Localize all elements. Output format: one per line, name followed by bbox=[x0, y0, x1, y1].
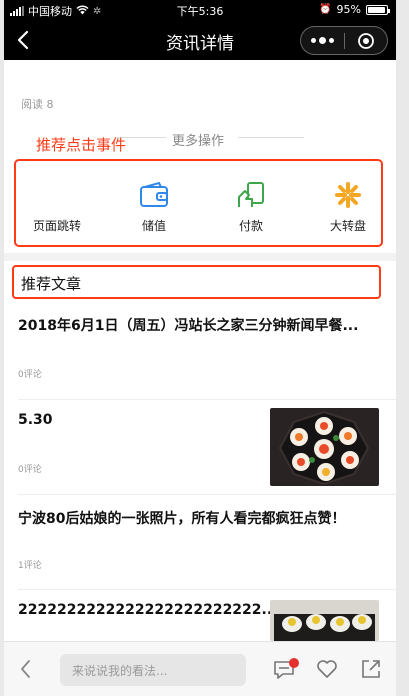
comment-count: 1评论 bbox=[18, 561, 42, 571]
wheel-icon bbox=[313, 181, 383, 209]
list-item[interactable]: 2222222222222222222222222... bbox=[4, 590, 396, 641]
article-thumbnail bbox=[270, 408, 379, 486]
action-stored-value[interactable]: 储值 bbox=[119, 181, 189, 234]
status-bar: 中国移动 ✲ 下午5:36 ⏰ 95% bbox=[4, 0, 396, 20]
action-label: 页面跳转 bbox=[32, 219, 81, 233]
article-title: 2222222222222222222222222... bbox=[18, 602, 278, 618]
phone-screen: 中国移动 ✲ 下午5:36 ⏰ 95% 资讯详情 阅读 8 更多操作 推荐点击事… bbox=[4, 0, 396, 696]
target-icon bbox=[358, 32, 374, 49]
action-big-wheel[interactable]: 大转盘 bbox=[313, 181, 383, 234]
action-grid: 页面跳转 储值 付款 大转盘 bbox=[14, 159, 383, 247]
bottom-toolbar: 来说说我的看法... bbox=[4, 641, 396, 696]
action-page-jump[interactable]: 页面跳转 bbox=[22, 181, 92, 234]
list-item[interactable]: 5.30 0评论 bbox=[4, 400, 396, 495]
action-label: 付款 bbox=[238, 219, 263, 233]
heart-icon[interactable] bbox=[315, 657, 339, 685]
read-count: 阅读 8 bbox=[21, 98, 54, 111]
article-title: 宁波80后姑娘的一张照片，所有人看完都疯狂点赞！ bbox=[18, 511, 346, 527]
more-menu-button[interactable] bbox=[301, 36, 344, 44]
more-operations-divider: 更多操作 bbox=[114, 130, 304, 149]
recommended-heading: 推荐文章 bbox=[21, 275, 82, 293]
annotation-label: 推荐点击事件 bbox=[36, 136, 127, 154]
article-title: 2018年6月1日（周五）冯站长之家三分钟新闻早餐... bbox=[18, 318, 359, 334]
article-thumbnail bbox=[270, 600, 379, 641]
recommended-heading-box: 推荐文章 bbox=[12, 265, 381, 299]
notification-badge bbox=[289, 658, 299, 668]
battery-percent: 95% bbox=[336, 3, 361, 16]
nav-bar: 资讯详情 bbox=[4, 20, 396, 60]
action-label: 储值 bbox=[141, 219, 166, 233]
list-item[interactable]: 宁波80后姑娘的一张照片，所有人看完都疯狂点赞！ 1评论 bbox=[4, 495, 396, 590]
action-payment[interactable]: 付款 bbox=[216, 181, 286, 234]
comment-count: 0评论 bbox=[18, 370, 42, 380]
battery-icon bbox=[366, 4, 390, 15]
section-gap bbox=[4, 253, 396, 261]
close-miniprogram-button[interactable] bbox=[345, 32, 387, 50]
mini-program-capsule bbox=[300, 26, 388, 55]
chevron-left-icon bbox=[21, 660, 30, 678]
wallet-icon bbox=[119, 181, 189, 209]
alarm-icon: ⏰ bbox=[319, 4, 332, 15]
article-title: 5.30 bbox=[18, 412, 53, 428]
comment-input[interactable]: 来说说我的看法... bbox=[60, 654, 246, 686]
share-icon[interactable] bbox=[359, 657, 383, 685]
more-operations-label: 更多操作 bbox=[172, 134, 225, 149]
payment-icon bbox=[216, 181, 286, 209]
back-button[interactable] bbox=[16, 658, 36, 684]
list-item[interactable]: 2018年6月1日（周五）冯站长之家三分钟新闻早餐... 0评论 bbox=[4, 300, 396, 400]
action-label: 大转盘 bbox=[329, 219, 366, 233]
comment-count: 0评论 bbox=[18, 465, 42, 475]
